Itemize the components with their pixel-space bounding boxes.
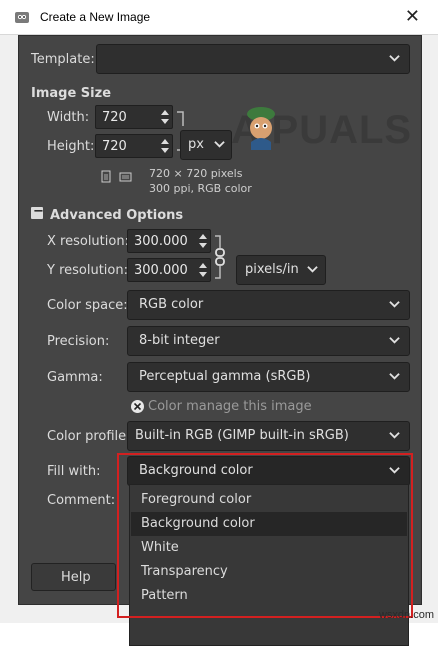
dropdown-item-foreground[interactable]: Foreground color — [131, 488, 407, 512]
help-button-label: Help — [61, 570, 91, 585]
dropdown-item-label: Background color — [141, 516, 255, 531]
chevron-down-icon — [389, 373, 400, 380]
x-resolution-label: X resolution: — [47, 234, 129, 249]
resolution-unit-combo[interactable]: pixels/in — [236, 255, 326, 285]
chevron-down-icon — [389, 432, 400, 439]
color-profile-label: Color profile: — [47, 429, 131, 444]
chevron-down-icon — [389, 55, 400, 62]
color-profile-combo[interactable]: Built-in RGB (GIMP built-in sRGB) — [127, 421, 410, 451]
gamma-value: Perceptual gamma (sRGB) — [139, 369, 311, 384]
image-info-ppi: 300 ppi, RGB color — [149, 182, 252, 195]
image-size-heading: Image Size — [31, 86, 112, 101]
title-bar: Create a New Image ✕ — [0, 0, 438, 35]
fill-with-combo[interactable]: Background color — [127, 456, 410, 486]
portrait-icon[interactable] — [101, 170, 111, 183]
spin-arrows-icon[interactable] — [198, 231, 208, 251]
spin-arrows-icon[interactable] — [198, 260, 208, 280]
dropdown-item-background[interactable]: Background color — [131, 512, 407, 536]
x-resolution-value: 300.000 — [134, 234, 188, 249]
height-value: 720 — [102, 139, 127, 154]
gamma-label: Gamma: — [47, 370, 103, 385]
precision-value: 8-bit integer — [139, 333, 220, 348]
color-space-value: RGB color — [139, 297, 204, 312]
y-resolution-value: 300.000 — [134, 263, 188, 278]
width-value: 720 — [102, 110, 127, 125]
fill-with-label: Fill with: — [47, 464, 101, 479]
height-input[interactable]: 720 — [95, 134, 173, 158]
help-button[interactable]: Help — [31, 563, 116, 591]
precision-label: Precision: — [47, 334, 110, 349]
image-info-pixels: 720 × 720 pixels — [149, 167, 243, 180]
comment-label: Comment: — [47, 493, 116, 508]
landscape-icon[interactable] — [119, 172, 132, 182]
site-watermark: wsxdn.com — [378, 609, 434, 621]
resolution-chain-icon[interactable] — [213, 232, 227, 282]
spin-arrows-icon[interactable] — [160, 136, 170, 156]
watermark-mascot-icon — [247, 107, 275, 150]
x-resolution-input[interactable]: 300.000 — [127, 229, 211, 253]
dialog-window: Create a New Image ✕ Template: Image Siz… — [0, 0, 438, 646]
width-input[interactable]: 720 — [95, 105, 173, 129]
spin-arrows-icon[interactable] — [160, 107, 170, 127]
template-combo[interactable] — [96, 44, 410, 74]
chevron-down-icon — [389, 337, 400, 344]
template-label: Template: — [31, 52, 95, 67]
color-manage-label[interactable]: Color manage this image — [148, 399, 312, 414]
color-space-label: Color space: — [47, 298, 128, 313]
dropdown-item-label: Foreground color — [141, 492, 252, 507]
dropdown-item-pattern[interactable]: Pattern — [131, 584, 407, 608]
color-profile-value: Built-in RGB (GIMP built-in sRGB) — [135, 428, 349, 443]
window-title: Create a New Image — [40, 10, 151, 24]
color-space-combo[interactable]: RGB color — [127, 290, 410, 320]
height-label: Height: — [47, 139, 95, 154]
chevron-down-icon — [307, 266, 318, 273]
fill-with-dropdown: Foreground color Background color White … — [129, 484, 409, 646]
unit-value: px — [188, 137, 204, 152]
gimp-app-icon — [15, 12, 29, 23]
close-icon[interactable]: ✕ — [405, 6, 420, 27]
dropdown-item-label: Transparency — [141, 564, 228, 579]
resolution-unit-value: pixels/in — [245, 262, 299, 277]
collapse-toggle-icon[interactable]: − — [31, 204, 44, 219]
collapse-glyph: − — [33, 204, 44, 219]
precision-combo[interactable]: 8-bit integer — [127, 326, 410, 356]
dropdown-item-white[interactable]: White — [131, 536, 407, 560]
dialog-body: Template: Image Size Width: 720 Height: … — [18, 35, 422, 646]
fill-with-value: Background color — [139, 463, 253, 478]
y-resolution-input[interactable]: 300.000 — [127, 258, 211, 282]
dropdown-item-transparency[interactable]: Transparency — [131, 560, 407, 584]
chevron-down-icon — [214, 141, 225, 148]
chevron-down-icon — [389, 467, 400, 474]
close-x-icon — [134, 403, 141, 410]
dropdown-item-label: White — [141, 540, 179, 555]
gamma-combo[interactable]: Perceptual gamma (sRGB) — [127, 362, 410, 392]
unit-combo[interactable]: px — [180, 130, 232, 160]
width-label: Width: — [47, 110, 90, 125]
y-resolution-label: Y resolution: — [47, 263, 128, 278]
advanced-options-heading[interactable]: Advanced Options — [50, 208, 183, 223]
chevron-down-icon — [389, 301, 400, 308]
color-manage-checkbox[interactable] — [131, 400, 144, 413]
dropdown-item-label: Pattern — [141, 588, 188, 603]
